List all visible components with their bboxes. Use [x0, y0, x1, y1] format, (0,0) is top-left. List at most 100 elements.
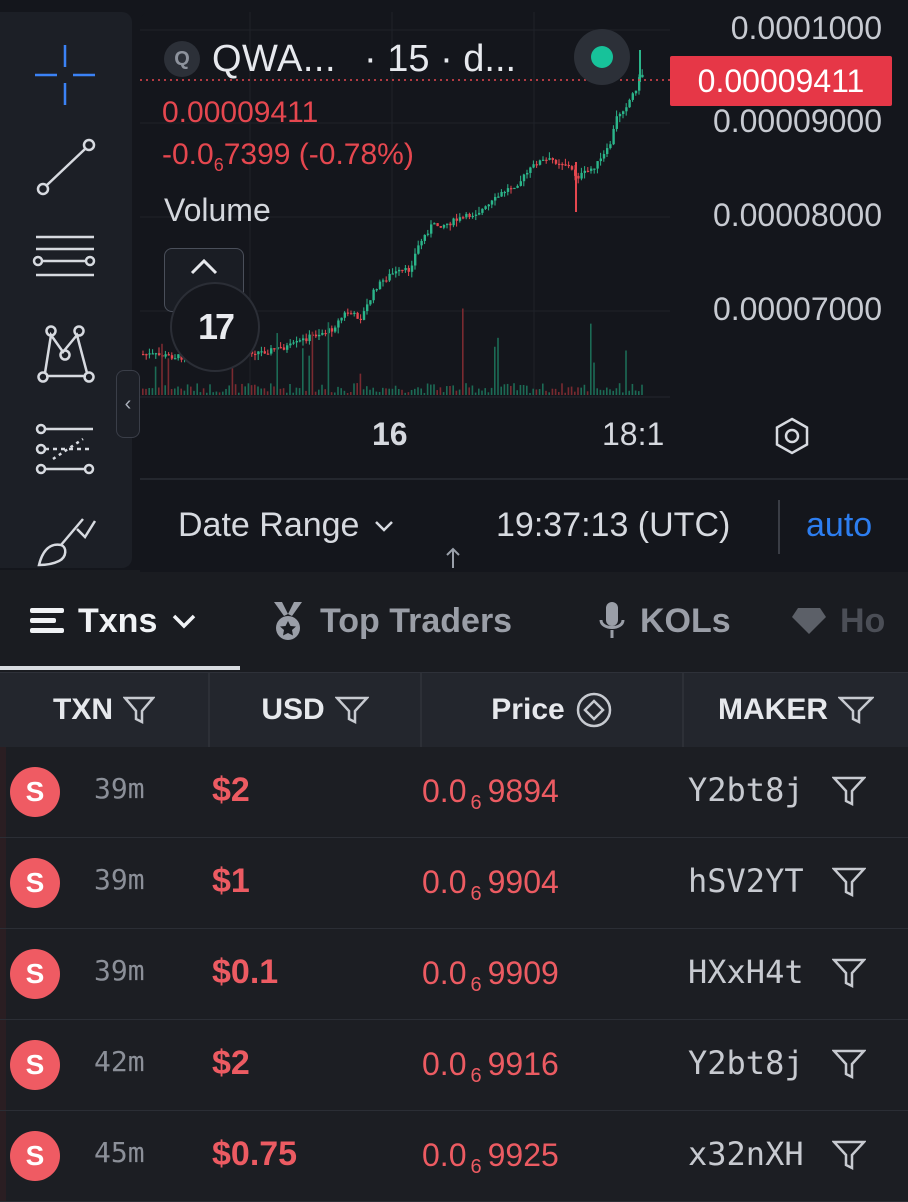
candle-body	[583, 170, 586, 173]
table-row[interactable]: S 39m $2 0.0 6 9894 Y2bt8j	[0, 747, 908, 838]
volume-bar	[170, 388, 173, 395]
row-marker	[0, 747, 6, 837]
candle-body	[590, 168, 593, 171]
candle-body	[545, 159, 548, 161]
pattern-tool[interactable]	[30, 318, 100, 388]
chevron-down-icon	[375, 520, 394, 532]
candle-body	[426, 233, 430, 235]
filter-icon[interactable]	[334, 695, 369, 725]
table-row[interactable]: S 42m $2 0.0 6 9916 Y2bt8j	[0, 1020, 908, 1111]
y-axis-label: 0.00008000	[712, 197, 882, 233]
candle-body	[382, 280, 385, 282]
filter-icon[interactable]	[832, 1139, 866, 1173]
sell-badge: S	[10, 1131, 60, 1181]
volume-bar	[513, 383, 515, 395]
volume-bar	[183, 390, 186, 395]
candle-body	[478, 212, 481, 215]
symbol-header[interactable]: Q QWA... · 15 · d...	[164, 34, 516, 84]
volume-bar	[350, 392, 352, 395]
column-header-maker[interactable]: MAKER	[684, 673, 908, 747]
filter-icon[interactable]	[832, 1048, 866, 1082]
candle-body	[174, 358, 177, 360]
candle-body	[369, 300, 372, 305]
candle-body	[455, 218, 458, 221]
candle-body	[151, 353, 154, 355]
tab-txns[interactable]: Txns	[30, 596, 197, 646]
candle-body	[506, 188, 510, 192]
candle-body	[612, 128, 615, 145]
volume-bar	[564, 392, 566, 395]
volume-bar	[190, 386, 192, 395]
txn-price: 0.0 6 9909	[422, 955, 559, 997]
volume-bar	[340, 388, 342, 395]
volume-bar	[388, 388, 390, 395]
txn-usd: $0.1	[212, 953, 279, 991]
column-header-txn[interactable]: TXN	[0, 673, 208, 747]
volume-bar	[353, 383, 355, 395]
maker-address[interactable]: hSV2YT	[688, 862, 804, 900]
volume-bar	[641, 384, 643, 395]
filter-icon[interactable]	[838, 695, 874, 725]
filter-icon[interactable]	[832, 775, 866, 809]
txn-price: 0.0 6 9904	[422, 864, 559, 906]
volume-bar	[599, 389, 602, 395]
volume-bar	[314, 391, 317, 395]
brush-tool[interactable]	[30, 506, 100, 576]
market-status	[574, 29, 630, 85]
volume-bar	[506, 383, 509, 395]
maker-address[interactable]: x32nXH	[688, 1135, 804, 1173]
maker-address[interactable]: HXxH4t	[688, 953, 804, 991]
price-toggle-icon[interactable]	[575, 691, 613, 729]
table-row[interactable]: S 39m $1 0.0 6 9904 hSV2YT	[0, 838, 908, 929]
candle-body	[350, 313, 353, 315]
candle-body	[302, 338, 305, 341]
maker-address[interactable]: Y2bt8j	[688, 771, 804, 809]
column-header-usd[interactable]: USD	[210, 673, 420, 747]
volume-bar	[452, 385, 454, 395]
tab-kols[interactable]: KOLs	[598, 596, 731, 646]
toolbar-collapse-button[interactable]: ‹	[116, 370, 140, 438]
volume-bar	[369, 389, 371, 395]
projection-tool[interactable]	[30, 414, 100, 484]
candle-body	[526, 172, 529, 175]
x-axis-label: 16	[372, 416, 408, 452]
y-axis-label: 0.0001000	[730, 12, 882, 46]
maker-address[interactable]: Y2bt8j	[688, 1044, 804, 1082]
utc-clock[interactable]: 19:37:13 (UTC)	[496, 506, 730, 545]
volume-bar	[260, 388, 262, 395]
auto-scale-button[interactable]: auto	[806, 506, 872, 545]
column-header-price[interactable]: Price	[422, 673, 682, 747]
legend-change: -0.067399 (-0.78%)	[162, 138, 414, 175]
volume-bar	[494, 346, 496, 395]
candle-body	[257, 351, 260, 355]
table-row[interactable]: S 45m $0.75 0.0 6 9925 x32nXH	[0, 1111, 908, 1202]
volume-bar	[375, 391, 378, 395]
volume-bar	[436, 390, 438, 395]
fib-tool[interactable]	[30, 222, 100, 292]
tab-holders[interactable]: Ho	[792, 596, 885, 646]
candle-body	[439, 226, 442, 228]
filter-icon[interactable]	[123, 695, 155, 725]
volume-bar	[196, 383, 198, 395]
volume-bar	[244, 386, 246, 395]
table-row[interactable]: S 39m $0.1 0.0 6 9909 HXxH4t	[0, 929, 908, 1020]
volume-bar	[241, 383, 243, 395]
candle-body	[346, 312, 350, 314]
volume-bar	[558, 392, 560, 395]
volume-bar	[398, 389, 400, 395]
candle-body	[401, 269, 404, 272]
trend-line-tool[interactable]	[30, 132, 100, 202]
crosshair-tool[interactable]	[30, 40, 100, 110]
tab-top-traders[interactable]: Top Traders	[270, 596, 512, 646]
trend-line-icon	[36, 138, 96, 196]
filter-icon[interactable]	[832, 866, 866, 900]
candle-body	[446, 223, 449, 225]
active-tab-indicator	[0, 666, 240, 670]
volume-bar	[510, 385, 512, 395]
volume-bar	[142, 388, 144, 395]
volume-bar	[586, 391, 589, 395]
filter-icon[interactable]	[832, 957, 866, 991]
chart-settings-icon[interactable]	[772, 416, 812, 456]
date-range-dropdown[interactable]: Date Range	[178, 506, 395, 545]
volume-bar	[449, 385, 451, 395]
